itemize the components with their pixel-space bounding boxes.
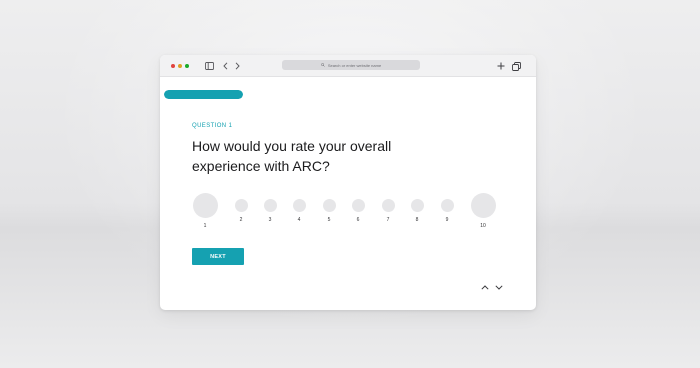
address-placeholder: Search or enter website name [327,62,382,68]
rating-number: 1 [203,223,207,229]
close-window-button[interactable] [171,64,175,68]
rating-circle[interactable] [234,198,248,212]
rating-circle[interactable] [410,198,424,212]
plus-icon[interactable] [496,60,506,72]
chevron-down-icon[interactable] [494,283,504,291]
rating-circle[interactable] [292,198,306,212]
rating-circle[interactable] [192,192,218,218]
chevron-up-icon[interactable] [480,283,490,291]
question-number: QUESTION 1 [192,123,233,129]
sidebar-toggle-icon[interactable] [204,60,214,72]
next-button[interactable]: NEXT [192,248,244,265]
rating-number: 4 [297,217,301,223]
search-icon [320,63,325,67]
survey-progress-fill [164,90,243,99]
browser-toolbar: Search or enter website name [160,55,536,77]
zoom-window-button[interactable] [185,64,189,68]
survey-progress-bar [164,90,243,99]
address-bar[interactable]: Search or enter website name [282,60,420,70]
question-title-line-1: How would you rate your overall [192,138,392,154]
question-title-line-2: experience with ARC? [192,158,330,174]
rating-number: 3 [268,217,272,223]
tabs-overview-icon[interactable] [511,60,521,72]
chevron-left-icon[interactable] [221,60,229,72]
rating-number: 9 [445,217,449,223]
rating-circle[interactable] [440,198,454,212]
rating-circle[interactable] [322,198,336,212]
rating-number: 5 [327,217,331,223]
rating-number: 6 [356,217,360,223]
minimize-window-button[interactable] [178,64,182,68]
rating-number: 8 [415,217,419,223]
browser-window: Search or enter website name QUESTION 1 … [160,55,536,310]
rating-circle[interactable] [263,198,277,212]
rating-number: 2 [239,217,243,223]
rating-circle[interactable] [381,198,395,212]
rating-circle[interactable] [470,192,496,218]
chevron-right-icon[interactable] [233,60,241,72]
rating-number: 10 [480,223,486,229]
question-title: How would you rate your overall experien… [192,136,412,176]
rating-circle[interactable] [351,198,365,212]
rating-number: 7 [386,217,390,223]
